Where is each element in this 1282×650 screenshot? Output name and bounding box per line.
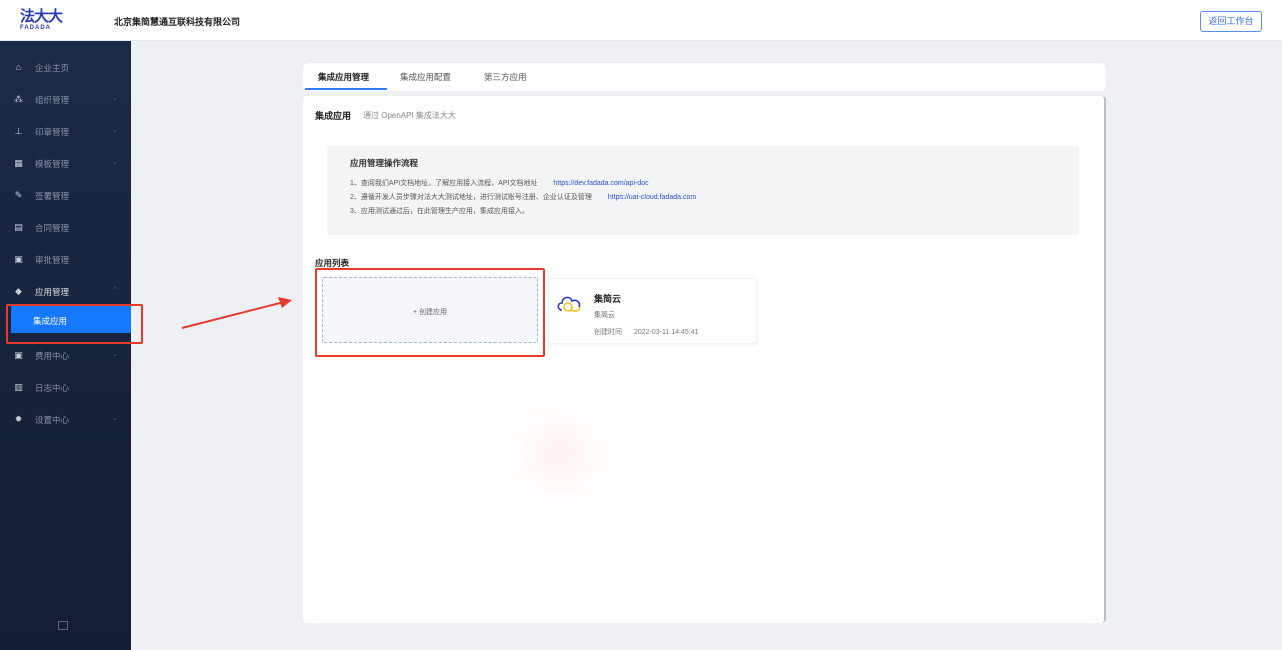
process-step-3: 3、应用测试通过后，在此管理生产应用，集成应用接入。 — [350, 206, 529, 216]
tab-third-party-apps[interactable]: 第三方应用 — [484, 71, 527, 83]
settings-icon: ✹ — [14, 414, 23, 424]
sidebar-item-label: 组织管理 — [35, 95, 70, 105]
collapse-icon[interactable] — [58, 621, 68, 630]
billing-icon: ▣ — [14, 350, 23, 360]
section-title: 集成应用 — [315, 111, 352, 121]
template-icon: ▦ — [14, 158, 23, 168]
logo-sub-text: FADADA — [20, 25, 51, 31]
chevron-up-icon: ⌃ — [112, 287, 118, 294]
process-step-text: 1、查阅我们API文档地址，了解应用接入流程，API文档地址 — [350, 180, 538, 187]
sidebar-item-label: 费用中心 — [35, 351, 70, 361]
sidebar-item-billing[interactable]: ▣ 费用中心 ⌄ — [0, 344, 131, 368]
sidebar-item-label: 设置中心 — [35, 415, 70, 425]
sidebar-item-org[interactable]: ⁂ 组织管理 ⌄ — [0, 88, 131, 112]
org-icon: ⁂ — [14, 94, 23, 104]
app-tag: 集简云 — [594, 312, 615, 319]
sidebar-item-log[interactable]: ▥ 日志中心 — [0, 376, 131, 400]
seal-icon: ⊥ — [14, 126, 23, 136]
section-subtitle: 通过 OpenAPI 集成法大大 — [363, 111, 456, 120]
sidebar-item-settings[interactable]: ✹ 设置中心 ⌄ — [0, 408, 131, 432]
sidebar-item-seal[interactable]: ⊥ 印章管理 ⌄ — [0, 120, 131, 144]
chevron-down-icon: ⌄ — [112, 95, 118, 102]
chevron-down-icon: ⌄ — [112, 127, 118, 134]
log-icon: ▥ — [14, 382, 23, 392]
tab-integrated-app-management[interactable]: 集成应用管理 — [318, 71, 369, 83]
active-tab-indicator — [305, 88, 387, 90]
tab-integrated-app-config[interactable]: 集成应用配置 — [400, 71, 451, 83]
background-glow — [500, 400, 620, 510]
process-step-1: 1、查阅我们API文档地址，了解应用接入流程，API文档地址 https://d… — [350, 178, 649, 188]
chevron-down-icon: ⌄ — [112, 351, 118, 358]
highlight-box-create-app — [315, 268, 545, 357]
process-info-box — [327, 146, 1079, 235]
top-bar: 法大大 FADADA 北京集简慧通互联科技有限公司 返回工作台 — [0, 0, 1282, 41]
tab-bar: 集成应用管理 集成应用配置 第三方应用 — [303, 63, 1106, 91]
sidebar-item-label: 企业主页 — [35, 63, 70, 73]
sidebar-item-home[interactable]: ⌂ 企业主页 — [0, 56, 131, 80]
app-name: 集简云 — [594, 294, 622, 304]
sidebar-item-contract[interactable]: ▤ 合同管理 — [0, 216, 131, 240]
sidebar-item-label: 模板管理 — [35, 159, 70, 169]
app-icon: ◆ — [15, 286, 22, 296]
app-created-label: 创建时间 — [594, 329, 622, 336]
app-created-time: 2022-03-11 14:45:41 — [634, 329, 699, 336]
sign-icon: ✎ — [14, 190, 23, 200]
fadada-logo[interactable]: 法大大 FADADA — [20, 9, 64, 35]
process-step-2: 2、遵循开发人员步骤对法大大测试地址，进行测试账号注册、企业认证及管理 http… — [350, 192, 696, 202]
sidebar-item-label: 合同管理 — [35, 223, 70, 233]
sidebar-item-app-management[interactable]: ◆ 应用管理 ⌃ — [0, 280, 131, 304]
api-doc-link[interactable]: https://dev.fadada.com/api-doc — [553, 180, 648, 187]
chevron-down-icon: ⌄ — [112, 415, 118, 422]
highlight-box-submenu — [6, 304, 143, 344]
sidebar-item-label: 应用管理 — [35, 287, 70, 297]
home-icon: ⌂ — [15, 62, 22, 72]
approval-icon: ▣ — [14, 254, 23, 264]
uat-cloud-link[interactable]: https://uat-cloud.fadada.com — [608, 194, 696, 201]
process-info-title: 应用管理操作流程 — [350, 158, 419, 168]
process-step-text: 3、应用测试通过后，在此管理生产应用，集成应用接入。 — [350, 208, 529, 215]
sidebar-item-label: 签署管理 — [35, 191, 70, 201]
cloud-logo-icon — [557, 296, 581, 312]
sidebar-item-label: 日志中心 — [35, 383, 70, 393]
sidebar-item-label: 审批管理 — [35, 255, 70, 265]
sidebar-item-template[interactable]: ▦ 模板管理 ⌄ — [0, 152, 131, 176]
sidebar-item-label: 印章管理 — [35, 127, 70, 137]
app-created-meta: 创建时间 2022-03-11 14:45:41 — [594, 327, 698, 337]
annotation-arrow — [181, 297, 292, 329]
chevron-down-icon: ⌄ — [112, 159, 118, 166]
company-name: 北京集简慧通互联科技有限公司 — [114, 17, 241, 27]
sidebar-item-approval[interactable]: ▣ 审批管理 — [0, 248, 131, 272]
sidebar: ⌂ 企业主页 ⁂ 组织管理 ⌄ ⊥ 印章管理 ⌄ ▦ 模板管理 ⌄ ✎ 签署管理… — [0, 41, 131, 650]
logo-main-text: 法大大 — [20, 8, 63, 25]
back-to-workbench-button[interactable]: 返回工作台 — [1200, 11, 1262, 32]
sidebar-item-sign[interactable]: ✎ 签署管理 — [0, 184, 131, 208]
process-step-text: 2、遵循开发人员步骤对法大大测试地址，进行测试账号注册、企业认证及管理 — [350, 194, 592, 201]
app-card-jijianyun[interactable]: 集简云 集简云 创建时间 2022-03-11 14:45:41 — [548, 278, 757, 344]
contract-icon: ▤ — [14, 222, 23, 232]
